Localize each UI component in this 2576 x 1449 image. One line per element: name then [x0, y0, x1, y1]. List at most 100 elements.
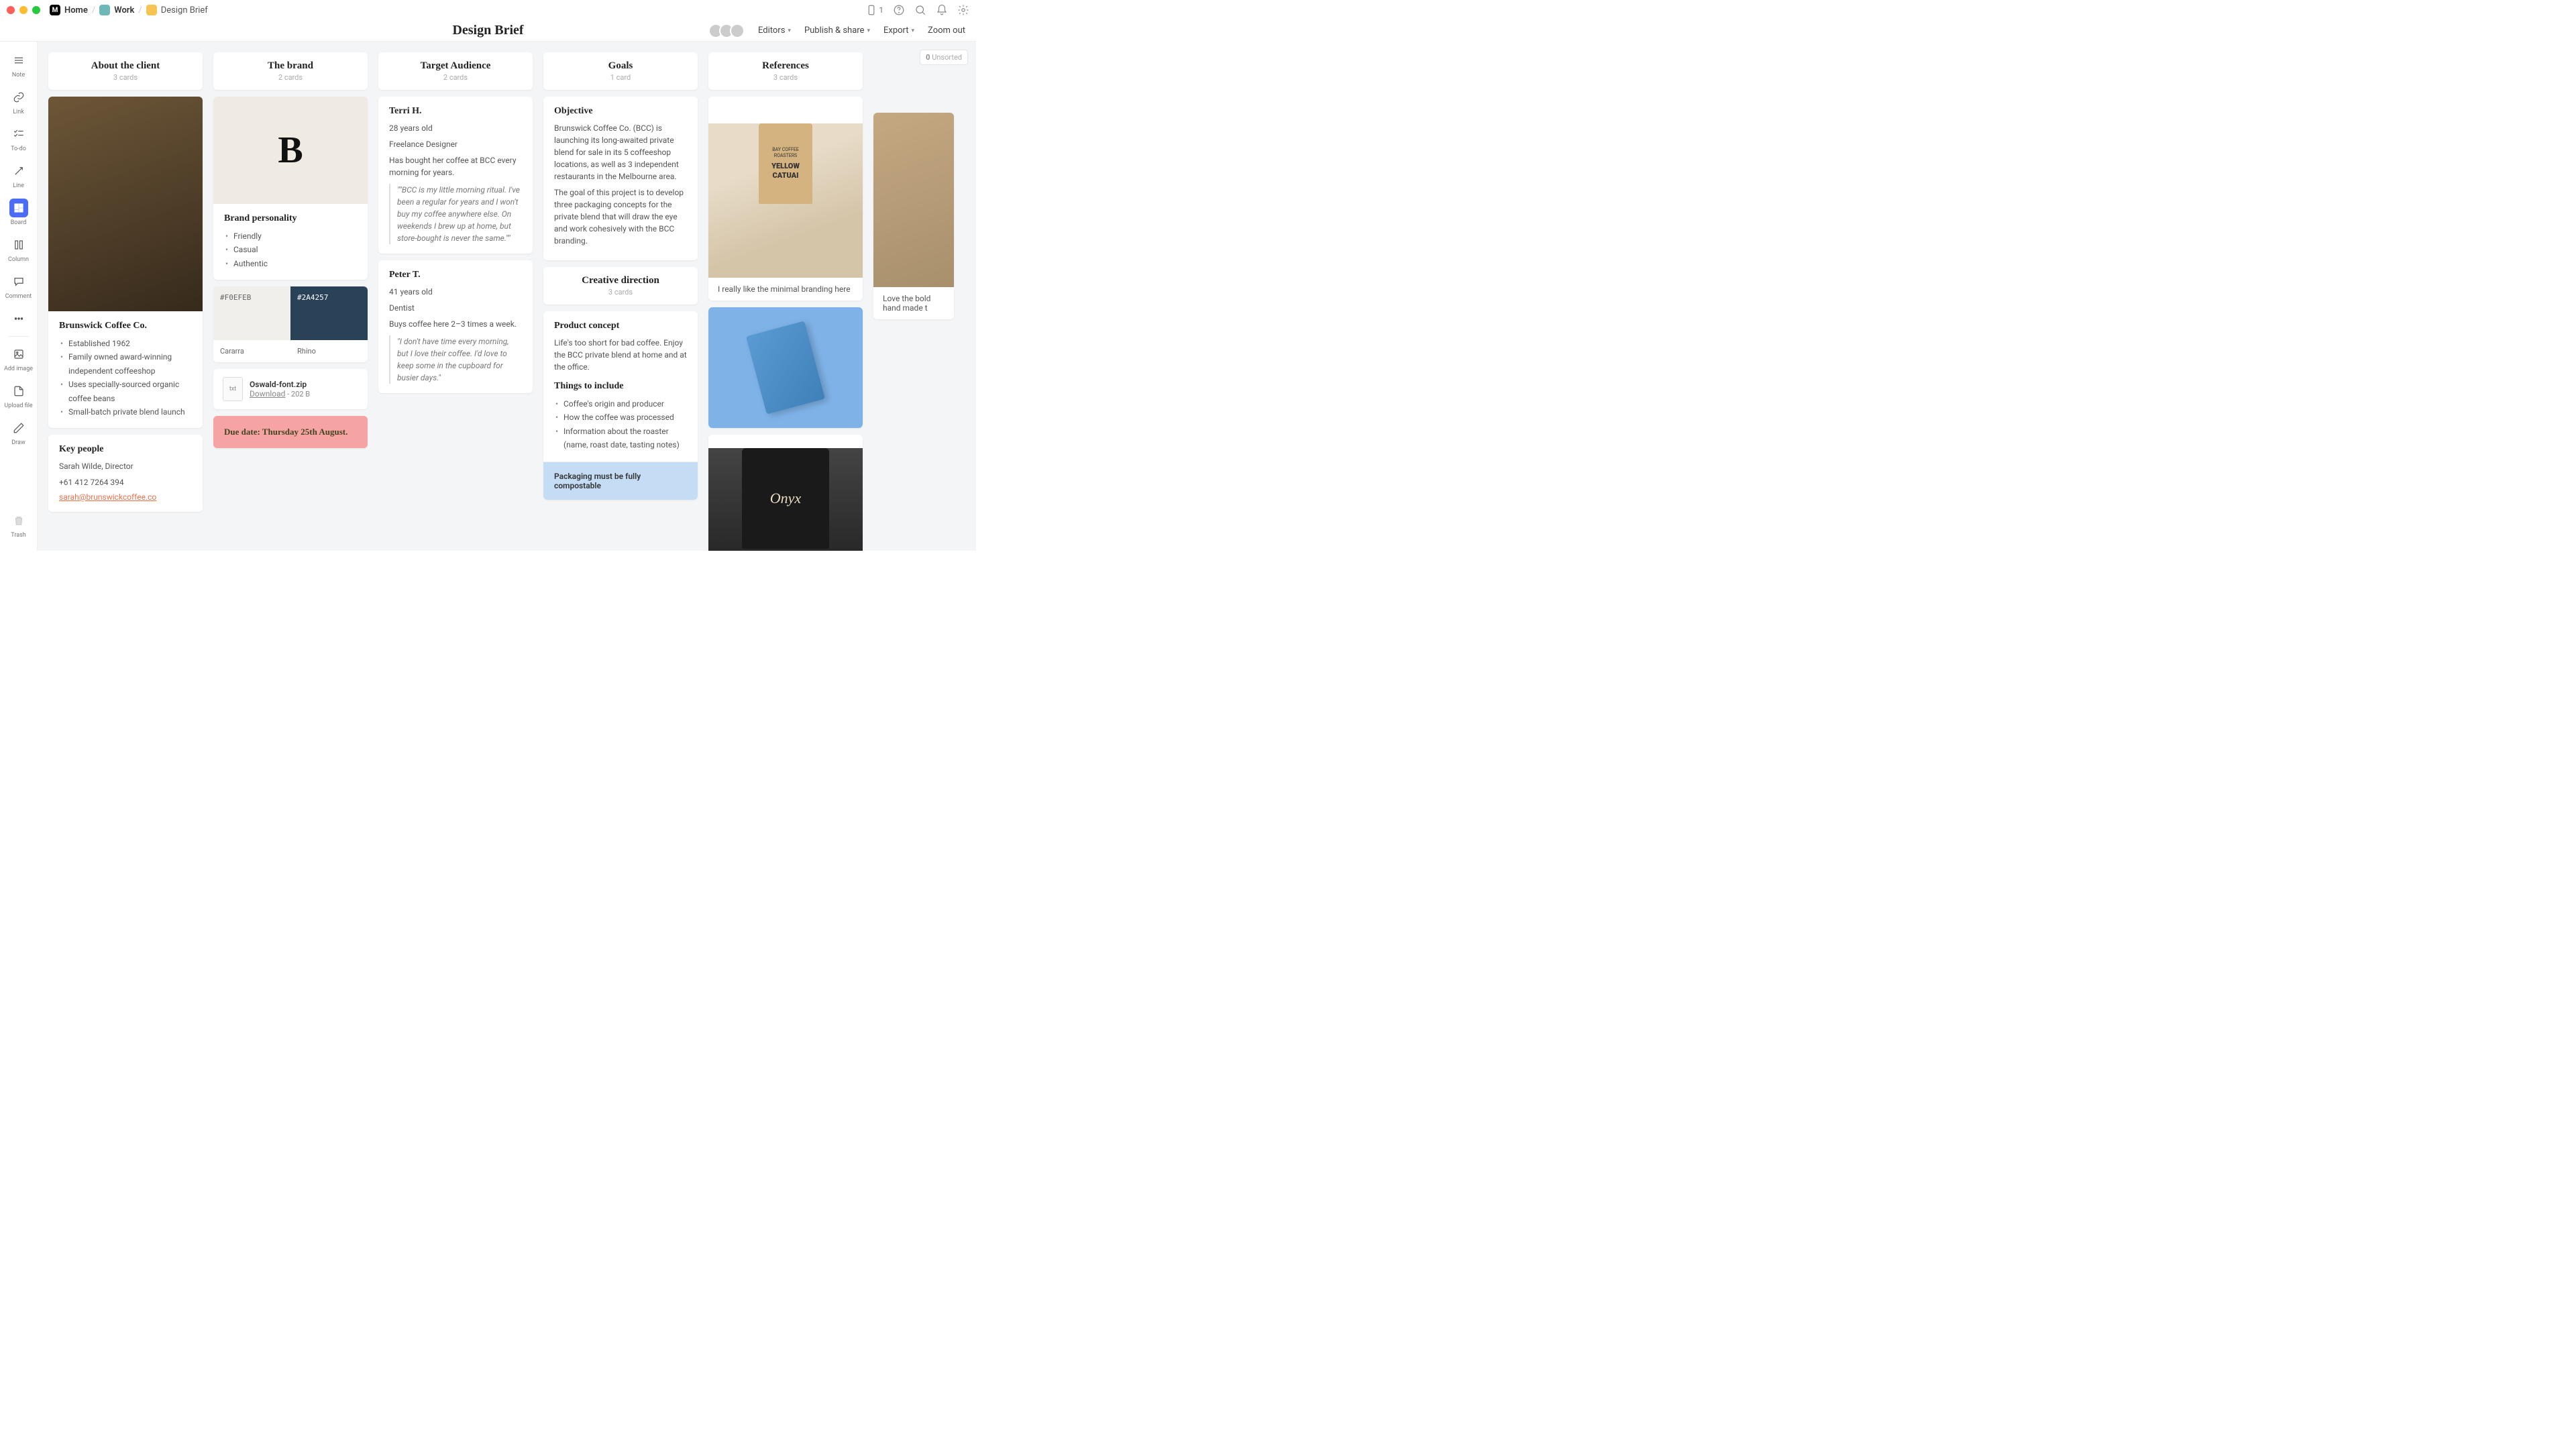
todo-icon	[13, 128, 25, 140]
card-heading: Brand personality	[224, 213, 357, 224]
image-icon	[13, 348, 25, 360]
minimize-window-button[interactable]	[19, 6, 28, 14]
card-brand-personality[interactable]: B Brand personality Friendly Casual Auth…	[213, 97, 368, 280]
tool-todo[interactable]: To-do	[0, 121, 37, 156]
persona-quote: ""BCC is my little morning ritual. I've …	[389, 184, 522, 244]
card-creative-direction[interactable]: Product concept Life's too short for bad…	[543, 311, 698, 500]
file-size: - 202 B	[285, 390, 310, 398]
avatar	[730, 23, 745, 38]
device-count: 1	[879, 5, 883, 15]
card-file-attachment[interactable]: txt Oswald-font.zip Download - 202 B	[213, 369, 368, 409]
search-icon[interactable]	[914, 4, 926, 16]
gear-icon[interactable]	[957, 4, 969, 16]
line-icon	[13, 165, 25, 177]
list-item: Casual	[224, 243, 357, 256]
list-item: Authentic	[224, 257, 357, 270]
maximize-window-button[interactable]	[32, 6, 40, 14]
board-canvas[interactable]: 0 Unsorted About the client 3 cards Brun…	[38, 42, 976, 551]
publish-dropdown[interactable]: Publish & share▾	[804, 25, 870, 36]
device-icon	[865, 4, 877, 16]
tool-comment[interactable]: Comment	[0, 268, 37, 304]
persona-job: Freelance Designer	[389, 138, 522, 150]
comment-icon	[13, 276, 25, 288]
export-dropdown[interactable]: Export▾	[883, 25, 914, 36]
swatch-hex: #2A4257	[290, 286, 368, 340]
card-reference-image[interactable]: BAY COFFEE ROASTERS YELLOW CATUAI I real…	[708, 97, 863, 301]
subcolumn-header[interactable]: Creative direction 3 cards	[543, 267, 698, 305]
home-icon: M	[50, 5, 60, 15]
editor-avatars[interactable]	[712, 23, 745, 38]
tool-trash[interactable]: Trash	[0, 507, 37, 543]
file-type-icon: txt	[223, 377, 243, 401]
image-caption: Love the bold hand made t	[873, 287, 954, 319]
tool-line[interactable]: Line	[0, 158, 37, 193]
window-titlebar: M Home / Work / Design Brief 1	[0, 0, 976, 20]
unsorted-badge[interactable]: 0 Unsorted	[920, 50, 968, 65]
tool-upload[interactable]: Upload file	[0, 378, 37, 413]
swatch-hex: #F0EFEB	[213, 286, 290, 340]
image-caption: I really like the minimal branding here	[708, 278, 863, 301]
card-heading: Objective	[554, 106, 687, 117]
bag-product-text: YELLOW CATUAI	[764, 162, 807, 181]
card-heading: Product concept	[554, 321, 687, 331]
bell-icon[interactable]	[936, 4, 948, 16]
card-persona[interactable]: Peter T. 41 years old Dentist Buys coffe…	[378, 260, 533, 393]
color-swatch: #F0EFEB Cararra	[213, 286, 290, 362]
tool-board[interactable]: Board	[0, 195, 37, 230]
close-window-button[interactable]	[7, 6, 15, 14]
folder-icon	[146, 5, 157, 15]
list-item: Coffee's origin and producer	[554, 397, 687, 411]
tool-add-image[interactable]: Add image	[0, 341, 37, 376]
card-reference-image[interactable]	[708, 307, 863, 428]
reference-image	[873, 113, 954, 287]
card-persona[interactable]: Terri H. 28 years old Freelance Designer…	[378, 97, 533, 254]
tool-column[interactable]: Column	[0, 231, 37, 267]
card-due-date[interactable]: Due date: Thursday 25th August.	[213, 416, 368, 448]
tool-more[interactable]	[0, 305, 37, 332]
tool-draw[interactable]: Draw	[0, 415, 37, 450]
breadcrumb-home[interactable]: Home	[64, 5, 88, 15]
list-item: Information about the roaster (name, roa…	[554, 425, 687, 452]
list-item: Friendly	[224, 229, 357, 243]
card-color-swatches[interactable]: #F0EFEB Cararra #2A4257 Rhino	[213, 286, 368, 362]
company-name: Brunswick Coffee Co.	[59, 321, 192, 331]
editors-dropdown[interactable]: Editors▾	[758, 25, 791, 36]
card-key-people[interactable]: Key people Sarah Wilde, Director +61 412…	[48, 435, 203, 512]
color-swatch: #2A4257 Rhino	[290, 286, 368, 362]
tool-note[interactable]: Note	[0, 47, 37, 83]
breadcrumb-current[interactable]: Design Brief	[161, 5, 208, 15]
zoom-out-button[interactable]: Zoom out	[928, 25, 965, 36]
list-item: Family owned award-winning independent c…	[59, 350, 192, 378]
list-item: Established 1962	[59, 337, 192, 350]
list-item: How the coffee was processed	[554, 411, 687, 424]
body-text: Brunswick Coffee Co. (BCC) is launching …	[554, 122, 687, 182]
column-header[interactable]: Target Audience 2 cards	[378, 52, 533, 90]
column-header[interactable]: The brand 2 cards	[213, 52, 368, 90]
column-header[interactable]: References 3 cards	[708, 52, 863, 90]
download-link[interactable]: Download	[250, 389, 285, 398]
page-title[interactable]: Design Brief	[452, 23, 523, 38]
column-header[interactable]: About the client 3 cards	[48, 52, 203, 90]
column-overflow: Love the bold hand made t	[873, 52, 954, 319]
titlebar-actions: 1	[865, 4, 969, 16]
card-reference-image[interactable]: Onyx	[708, 435, 863, 551]
help-icon[interactable]	[893, 4, 905, 16]
column-brand: The brand 2 cards B Brand personality Fr…	[213, 52, 368, 448]
column-about-client: About the client 3 cards Brunswick Coffe…	[48, 52, 203, 512]
company-facts-list: Established 1962 Family owned award-winn…	[59, 337, 192, 419]
breadcrumb-work[interactable]: Work	[114, 5, 134, 15]
card-heading: Things to include	[554, 381, 687, 392]
card-reference-image[interactable]: Love the bold hand made t	[873, 113, 954, 319]
contact-phone: +61 412 7264 394	[59, 476, 192, 488]
contact-email-link[interactable]: sarah@brunswickcoffee.co	[59, 492, 156, 502]
pencil-icon	[13, 422, 25, 434]
swatch-label: Cararra	[213, 340, 290, 362]
bag-brand-text: BAY COFFEE ROASTERS	[764, 147, 807, 159]
tool-link[interactable]: Link	[0, 84, 37, 119]
folder-icon	[99, 5, 110, 15]
device-badge[interactable]: 1	[865, 4, 883, 16]
card-client-image[interactable]: Brunswick Coffee Co. Established 1962 Fa…	[48, 97, 203, 428]
column-header[interactable]: Goals 1 card	[543, 52, 698, 90]
card-objective[interactable]: Objective Brunswick Coffee Co. (BCC) is …	[543, 97, 698, 260]
column-icon	[13, 239, 25, 251]
